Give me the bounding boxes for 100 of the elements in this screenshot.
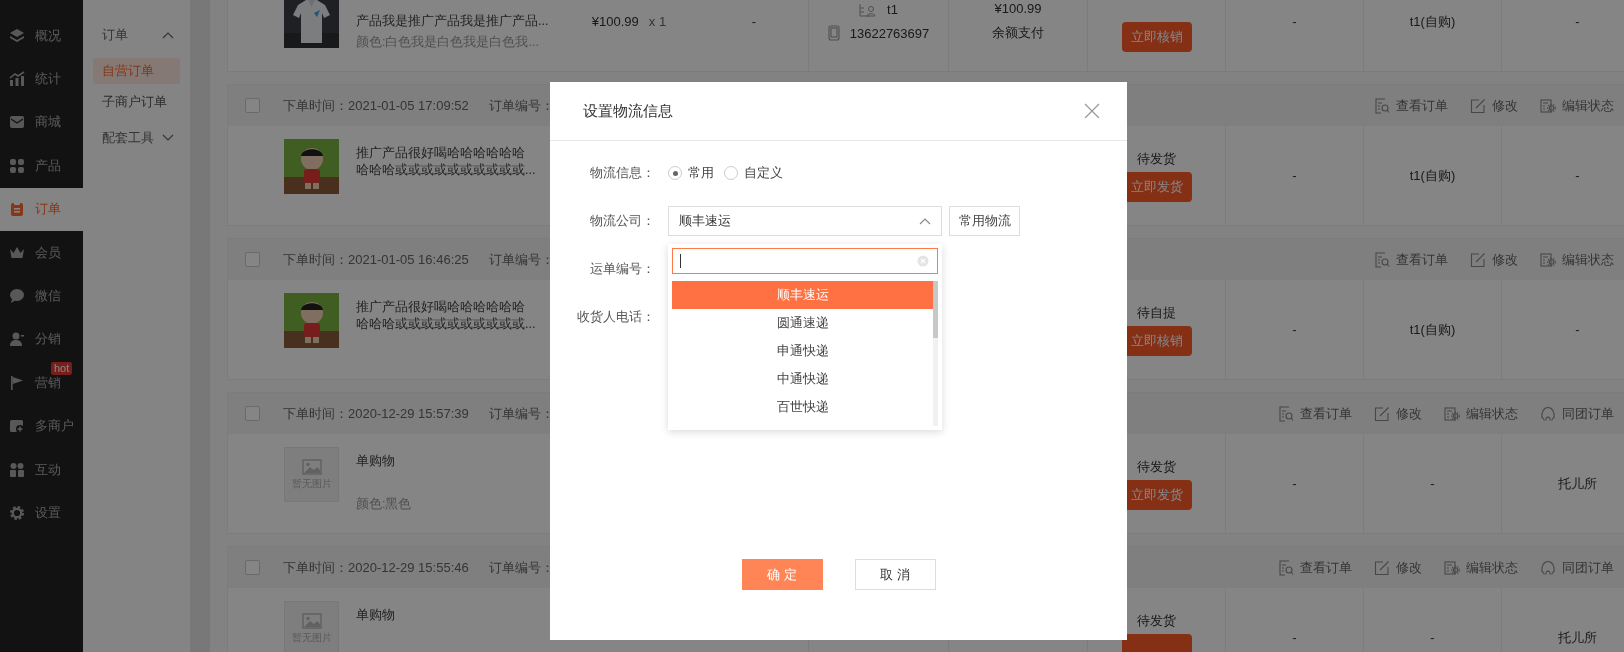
order-action[interactable]: 查看订单 <box>1278 404 1352 423</box>
flag-icon <box>9 374 25 391</box>
checkbox[interactable] <box>245 560 260 575</box>
table-cell: - <box>1430 476 1435 491</box>
cancel-button[interactable]: 取 消 <box>854 559 936 590</box>
table-cell: t1(自购) <box>1409 12 1456 31</box>
order-action[interactable]: 编辑状态 <box>1540 250 1614 269</box>
table-cell: t1(自购) <box>1409 320 1456 339</box>
dropdown-option[interactable]: 顺丰速运 <box>672 281 933 309</box>
order-number-label: 订单编号： <box>489 404 554 423</box>
order-action[interactable]: 查看订单 <box>1374 96 1448 115</box>
document-gear-icon <box>1444 405 1460 422</box>
order-action-button[interactable]: 立即核销 <box>1121 21 1192 52</box>
radio-option[interactable]: 常用 <box>668 164 714 182</box>
radio-button[interactable] <box>668 166 682 180</box>
dropdown-option[interactable]: 申通快递 <box>672 337 933 365</box>
dropdown-option[interactable]: 百世快递 <box>672 393 933 421</box>
order-action[interactable]: 修改 <box>1374 558 1422 577</box>
submenu-item[interactable]: 自营订单 <box>93 58 180 84</box>
order-action[interactable]: 修改 <box>1374 404 1422 423</box>
checkbox[interactable] <box>245 406 260 421</box>
table-cell: 托儿所 <box>1558 474 1597 493</box>
submenu-group[interactable]: 配套工具 <box>83 120 190 156</box>
submenu-group[interactable]: 订单 <box>83 17 190 53</box>
sidebar-item[interactable]: 设置 <box>0 491 83 535</box>
grid-icon <box>9 157 25 174</box>
submenu-group-label: 配套工具 <box>102 129 154 147</box>
order-status: 待发货 <box>1137 611 1176 630</box>
product-title: 产品我是推广产品我是推广产品... <box>356 13 549 30</box>
order-time: 下单时间：2020-12-29 15:57:39 <box>283 404 470 423</box>
edit-icon <box>1374 559 1390 576</box>
checkbox[interactable] <box>245 98 260 113</box>
scrollbar[interactable] <box>933 281 938 426</box>
order-action-label: 修改 <box>1396 404 1422 423</box>
select-field[interactable]: 顺丰速运 <box>668 206 942 236</box>
sidebar-item[interactable]: 商城 <box>0 100 83 145</box>
phone-icon <box>827 25 840 41</box>
order-action[interactable]: 修改 <box>1470 250 1518 269</box>
order-action-label: 修改 <box>1492 96 1518 115</box>
table-cell: - <box>1575 322 1580 337</box>
order-action-label: 查看订单 <box>1396 250 1448 269</box>
sidebar-item[interactable]: 会员 <box>0 230 83 275</box>
chart-icon <box>9 71 25 88</box>
table-cell: - <box>1430 630 1435 645</box>
sidebar-item[interactable]: 统计 <box>0 57 83 101</box>
checkbox[interactable] <box>245 252 260 267</box>
radio-button[interactable] <box>724 166 738 180</box>
radio-option[interactable]: 自定义 <box>724 164 783 182</box>
image-icon <box>301 458 322 475</box>
dropdown-option[interactable]: 圆通速递 <box>672 309 933 337</box>
dialog-title: 设置物流信息 <box>583 101 673 121</box>
order-action[interactable]: 查看订单 <box>1278 558 1352 577</box>
sidebar-item[interactable]: 分销 <box>0 317 83 362</box>
sidebar-item[interactable]: hot 营销 <box>0 361 83 405</box>
document-search-icon <box>1374 251 1390 268</box>
table-cell: t1(自购) <box>1409 166 1456 185</box>
order-action-label: 查看订单 <box>1300 558 1352 577</box>
table-cell: - <box>1292 476 1297 491</box>
table-cell: - <box>1292 168 1297 183</box>
order-action[interactable]: 同团订单 <box>1540 404 1614 423</box>
order-time: 下单时间：2021-01-05 16:46:25 <box>283 250 470 269</box>
confirm-button[interactable]: 确 定 <box>741 559 823 590</box>
sidebar-item[interactable]: 订单 <box>0 187 83 231</box>
edit-icon <box>1470 251 1486 268</box>
order-action-label: 编辑状态 <box>1562 250 1614 269</box>
hot-badge: hot <box>51 362 73 376</box>
sidebar-item[interactable]: 微信 <box>0 274 83 318</box>
sidebar-item[interactable]: 概况 <box>0 14 83 58</box>
order-action-label: 编辑状态 <box>1562 96 1614 115</box>
order-action-label: 修改 <box>1396 558 1422 577</box>
search-field[interactable] <box>672 248 938 274</box>
order-status: 待发货 <box>1137 457 1176 476</box>
order-action[interactable]: 同团订单 <box>1540 558 1614 577</box>
order-action-label: 同团订单 <box>1562 404 1614 423</box>
sidebar-item[interactable]: 产品 <box>0 144 83 188</box>
order-action[interactable]: 编辑状态 <box>1444 558 1518 577</box>
order-action-label: 修改 <box>1492 250 1518 269</box>
sidebar-item[interactable]: 多商户 <box>0 404 83 448</box>
sidebar-item[interactable]: 互动 <box>0 447 83 492</box>
envelope-icon <box>9 114 25 131</box>
order-action[interactable]: 查看订单 <box>1374 250 1448 269</box>
dropdown-option[interactable]: 中通快递 <box>672 365 933 393</box>
product-title-line: 哈哈哈或或或或或或或或或或... <box>356 316 536 333</box>
table-cell: - <box>1292 14 1297 29</box>
common-logistics-button[interactable]: 常用物流 <box>949 206 1020 236</box>
table-cell: - <box>751 14 757 29</box>
store-icon <box>9 418 25 435</box>
order-action[interactable]: 修改 <box>1470 96 1518 115</box>
id-card-icon <box>859 2 878 17</box>
field-label: 收货人电话： <box>576 308 655 326</box>
unit-price: ¥100.99 <box>591 14 639 29</box>
submenu-item[interactable]: 子商户订单 <box>93 89 180 115</box>
order-action[interactable]: 编辑状态 <box>1444 404 1518 423</box>
clear-icon[interactable] <box>917 255 929 267</box>
edit-icon <box>1470 97 1486 114</box>
document-gear-icon <box>1540 251 1556 268</box>
order-action[interactable]: 编辑状态 <box>1540 96 1614 115</box>
order-status: 待发货 <box>1137 149 1176 168</box>
document-gear-icon <box>1540 97 1556 114</box>
close-icon[interactable] <box>1084 103 1100 119</box>
